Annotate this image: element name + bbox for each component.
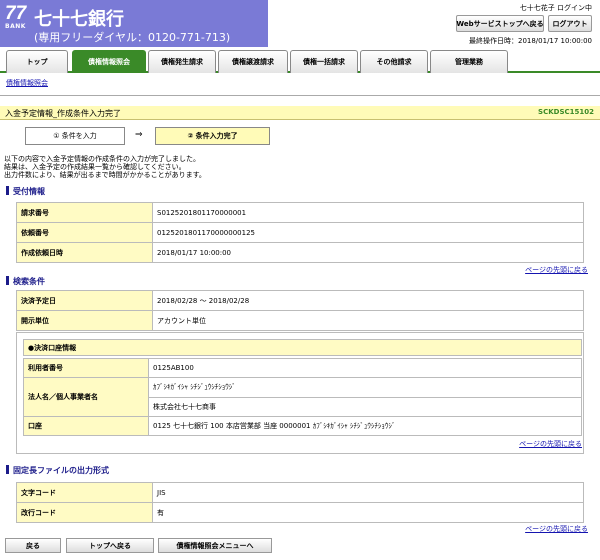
row-label: 決済予定日: [17, 291, 153, 310]
table-row: 作成依頼日時 2018/01/17 10:00:00: [16, 242, 584, 263]
account-info: 0125 七十七銀行 100 本店営業部 当座 0000001 ｶﾌﾞｼｷｶﾞｲ…: [153, 422, 396, 430]
request-datetime: 2018/01/17 10:00:00: [157, 248, 232, 257]
completion-message: 以下の内容で入金予定情報の作成条件の入力が完了しました。 結果は、入金予定の作成…: [4, 155, 206, 179]
message-line: 出力件数により、結果が出るまで時間がかかることがあります。: [4, 171, 206, 179]
table-row: 利用者番号 0125AB100: [23, 358, 582, 378]
step-input-complete: ② 条件入力完了: [155, 127, 270, 145]
tab-claim-inquiry[interactable]: 債権情報照会: [72, 50, 146, 73]
row-label: 利用者番号: [24, 359, 149, 377]
row-label: 依頼番号: [17, 223, 153, 242]
page-top-link[interactable]: ページの先頭に戻る: [525, 265, 588, 275]
receipt-info-heading: 受付情報: [6, 186, 45, 197]
web-service-top-button[interactable]: Webサービストップへ戻る: [456, 15, 544, 32]
inquiry-menu-button[interactable]: 債権情報照会メニューへ: [158, 538, 272, 553]
output-format-heading: 固定長ファイルの出力形式: [6, 465, 109, 476]
login-status: 七十七花子 ログイン中: [519, 4, 592, 12]
order-number: 0125201801170000000125: [157, 228, 255, 237]
page-top-link[interactable]: ページの先頭に戻る: [525, 524, 588, 534]
last-operation-time: 最終操作日時：2018/01/17 10:00:00: [468, 37, 592, 45]
row-label: 文字コード: [17, 483, 153, 502]
screen-id: SCKDSC15102: [538, 108, 594, 116]
settlement-account-heading: ●決済口座情報: [23, 339, 582, 356]
user-number: 0125AB100: [153, 364, 194, 372]
message-line: 以下の内容で入金予定情報の作成条件の入力が完了しました。: [4, 155, 200, 163]
table-row: 文字コード JIS: [16, 482, 584, 503]
table-row: 請求番号 S0125201801170000001: [16, 202, 584, 223]
tab-top[interactable]: トップ: [6, 50, 68, 73]
table-row: 開示単位 アカウント単位: [16, 310, 584, 331]
row-label: 作成依頼日時: [17, 243, 153, 262]
row-label: 開示単位: [17, 311, 153, 330]
settlement-date-range: 2018/02/28 ～ 2018/02/28: [157, 296, 250, 305]
back-button[interactable]: 戻る: [5, 538, 61, 553]
message-line: 結果は、入金予定の作成結果一覧から確認してください。: [4, 163, 186, 171]
search-conditions-heading: 検索条件: [6, 276, 45, 287]
newline-code: 有: [157, 508, 164, 517]
tab-claim-transfer[interactable]: 債権譲渡請求: [218, 50, 288, 73]
company-name: 株式会社七十七商事: [149, 396, 581, 417]
disclosure-unit: アカウント単位: [157, 316, 206, 325]
bank-name: 七十七銀行: [34, 9, 124, 30]
logout-button[interactable]: ログアウト: [548, 15, 592, 32]
row-label: 請求番号: [17, 203, 153, 222]
tab-admin[interactable]: 管理業務: [430, 50, 508, 73]
character-code: JIS: [157, 488, 166, 497]
table-row: 法人名／個人事業者名 ｶﾌﾞｼｷｶﾞｲｼｬ ｼﾁｼﾞｭｳｼﾁｼｮｳｼﾞ 株式会社…: [23, 377, 582, 417]
tab-claim-issuance[interactable]: 債権発生請求: [148, 50, 216, 73]
logo-number: 77: [5, 3, 27, 24]
table-row: 依頼番号 0125201801170000000125: [16, 222, 584, 243]
row-label: 改行コード: [17, 503, 153, 522]
divider: [0, 95, 600, 96]
table-row: 口座 0125 七十七銀行 100 本店営業部 当座 0000001 ｶﾌﾞｼｷ…: [23, 416, 582, 436]
row-label: 口座: [24, 417, 149, 435]
bank-logo: 77 BANK: [5, 4, 31, 30]
logo-bank-text: BANK: [5, 23, 26, 30]
company-name-cell: ｶﾌﾞｼｷｶﾞｲｼｬ ｼﾁｼﾞｭｳｼﾁｼｮｳｼﾞ 株式会社七十七商事: [149, 378, 581, 416]
subnav-claim-inquiry[interactable]: 債権情報照会: [6, 78, 48, 88]
page-title: 入金予定情報_作成条件入力完了: [5, 109, 121, 118]
tab-other-requests[interactable]: その他請求: [360, 50, 428, 73]
table-row: 改行コード 有: [16, 502, 584, 523]
row-label: 法人名／個人事業者名: [24, 378, 149, 416]
company-name-kana: ｶﾌﾞｼｷｶﾞｲｼｬ ｼﾁｼﾞｭｳｼﾁｼｮｳｼﾞ: [153, 383, 236, 392]
return-top-button[interactable]: トップへ戻る: [66, 538, 154, 553]
main-tab-bar: トップ 債権情報照会 債権発生請求 債権譲渡請求 債権一括請求 その他請求 管理…: [0, 49, 600, 73]
freedial-number: (専用フリーダイヤル：0120-771-713): [34, 31, 231, 44]
page-top-link[interactable]: ページの先頭に戻る: [519, 439, 582, 449]
request-number: S0125201801170000001: [157, 208, 247, 217]
step-arrow-icon: ⇒: [135, 130, 143, 140]
table-row: 決済予定日 2018/02/28 ～ 2018/02/28: [16, 290, 584, 311]
step-input-conditions: ① 条件を入力: [25, 127, 125, 145]
tab-bulk-request[interactable]: 債権一括請求: [290, 50, 358, 73]
